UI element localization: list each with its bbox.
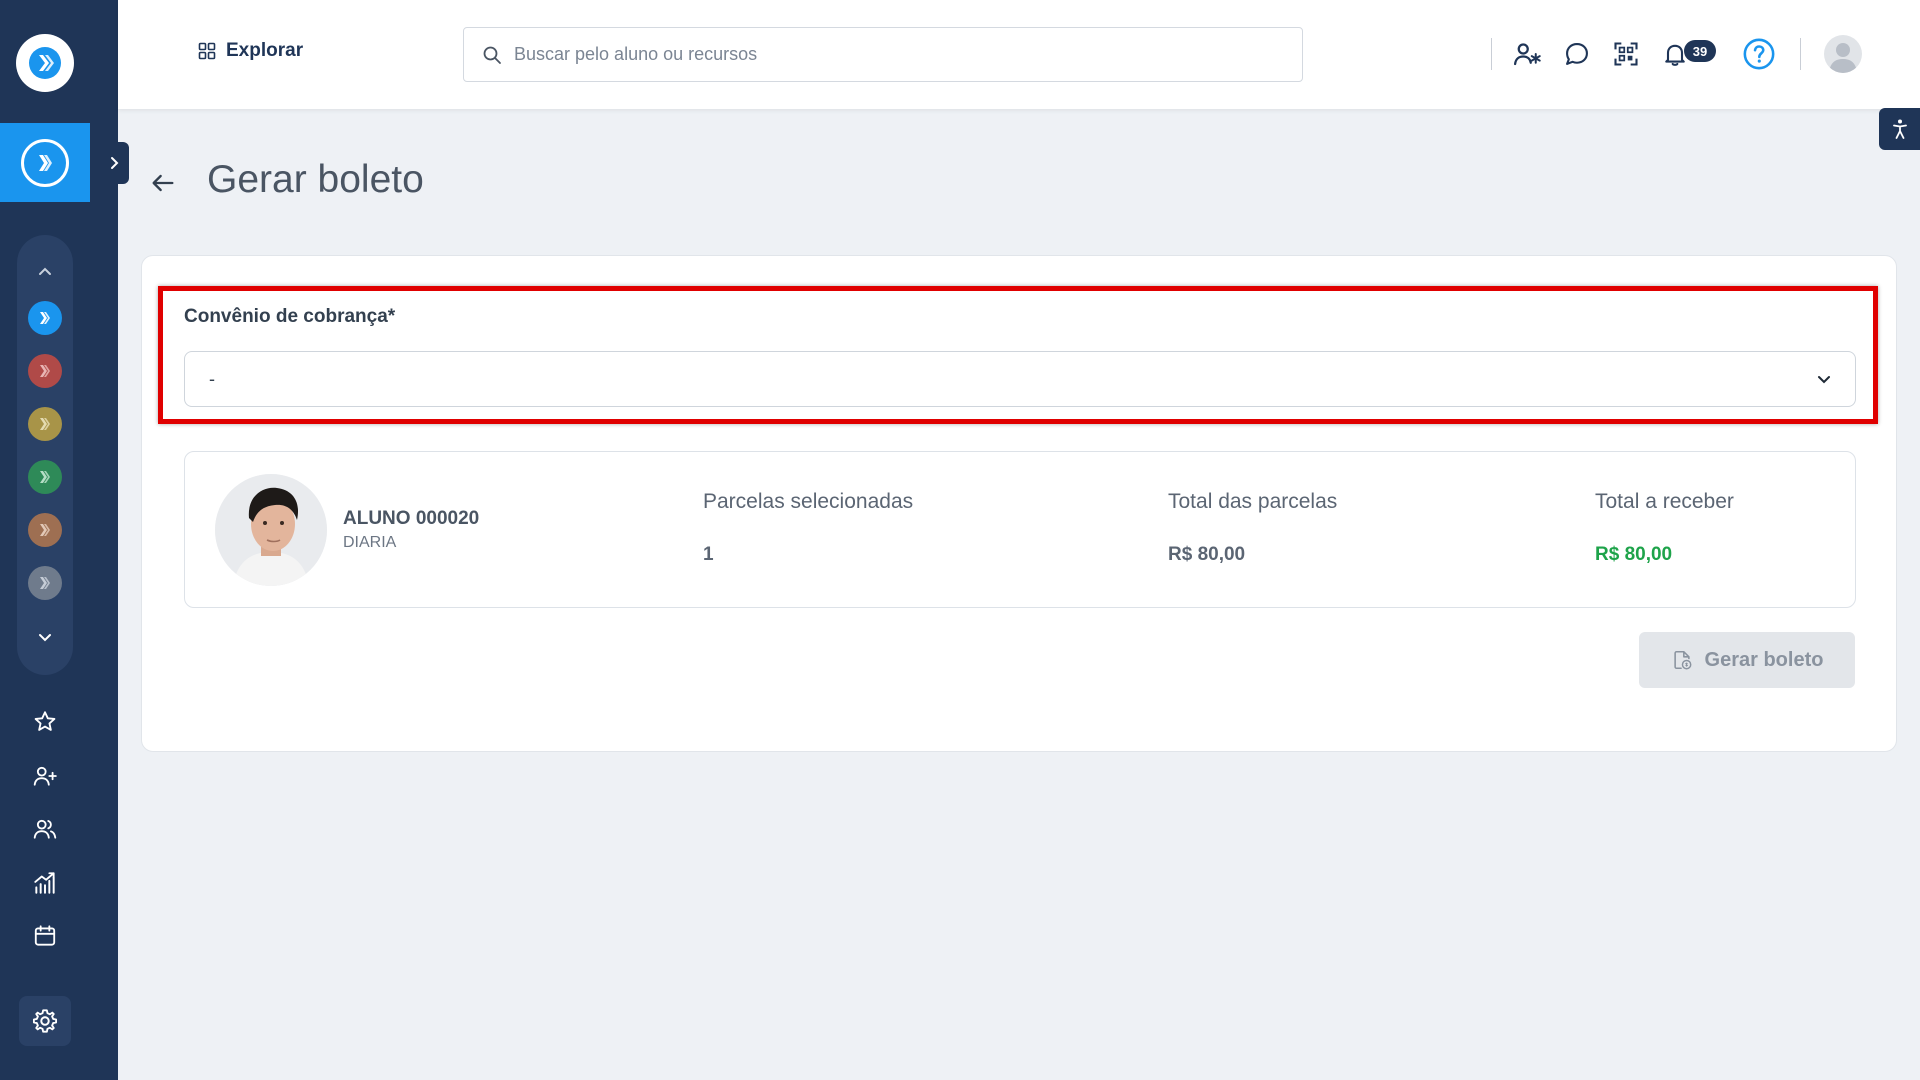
explore-label: Explorar [226, 40, 304, 61]
expand-sidebar-button[interactable] [99, 142, 129, 184]
current-unit-button[interactable] [0, 123, 90, 202]
calendar-icon[interactable] [27, 918, 63, 954]
header-divider [1491, 38, 1492, 70]
student-photo [215, 474, 327, 586]
top-header: Explorar 39 [118, 0, 1920, 109]
receivable-total-label: Total a receber [1595, 490, 1734, 513]
agreement-label: Convênio de cobrança* [184, 306, 396, 327]
receivable-total-value: R$ 80,00 [1595, 544, 1673, 565]
selected-installments-label: Parcelas selecionadas [703, 490, 914, 513]
selected-installments-value: 1 [703, 544, 714, 565]
page-title: Gerar boleto [207, 158, 424, 201]
unit-logo-icon [40, 471, 50, 483]
users-icon[interactable] [27, 811, 63, 847]
agreement-select-value: - [209, 368, 215, 389]
user-plus-icon[interactable] [27, 758, 63, 794]
unit-logo-icon [39, 154, 52, 171]
chevron-down-icon [1818, 376, 1830, 384]
settings-button[interactable] [19, 996, 71, 1046]
unit-item-3[interactable] [28, 407, 62, 441]
unit-item-4[interactable] [28, 460, 62, 494]
search-box[interactable] [463, 27, 1303, 82]
installments-total-value: R$ 80,00 [1168, 544, 1246, 565]
back-button[interactable] [148, 168, 178, 198]
unit-switcher [17, 235, 73, 675]
explore-button[interactable]: Explorar [198, 40, 303, 62]
chevron-right-icon [111, 157, 119, 169]
agreement-select[interactable]: - [184, 351, 1856, 407]
star-icon[interactable] [27, 704, 63, 740]
student-summary: ALUNO 000020 DIARIA Parcelas selecionada… [184, 451, 1856, 608]
gear-icon [32, 1009, 58, 1033]
help-icon[interactable] [1742, 37, 1776, 71]
arrow-left-icon [152, 174, 174, 192]
student-portrait-icon [215, 474, 327, 586]
student-plan: DIARIA [343, 534, 397, 551]
app-logo[interactable] [16, 34, 74, 92]
header-divider [1800, 38, 1801, 70]
unit-item-6[interactable] [28, 566, 62, 600]
qr-code-icon[interactable] [1609, 37, 1643, 71]
user-star-icon[interactable] [1510, 37, 1544, 71]
search-input[interactable] [514, 44, 1274, 65]
search-icon [483, 46, 501, 64]
logo-icon [29, 47, 61, 79]
unit-logo-icon [40, 365, 50, 377]
chat-icon[interactable] [1560, 37, 1594, 71]
boleto-card: Convênio de cobrança* - ALUNO 000020 DIA… [141, 255, 1897, 752]
user-avatar[interactable] [1824, 35, 1862, 73]
generate-boleto-button[interactable]: Gerar boleto [1639, 632, 1855, 688]
accessibility-icon [1892, 119, 1907, 139]
chevron-up-icon[interactable] [33, 260, 57, 284]
accessibility-button[interactable] [1879, 108, 1920, 150]
notification-badge: 39 [1684, 40, 1716, 62]
unit-item-5[interactable] [28, 513, 62, 547]
document-money-icon [1673, 650, 1691, 670]
unit-logo-icon [40, 524, 50, 536]
chevron-down-icon[interactable] [33, 625, 57, 649]
grid-icon [198, 42, 216, 60]
generate-boleto-label: Gerar boleto [1704, 648, 1824, 671]
unit-logo-icon [40, 418, 50, 430]
unit-logo-icon [40, 312, 50, 324]
avatar-placeholder-icon [1829, 43, 1857, 73]
student-name: ALUNO 000020 [343, 508, 480, 529]
installments-total-label: Total das parcelas [1168, 490, 1338, 513]
unit-item-1[interactable] [28, 301, 62, 335]
unit-logo-icon [40, 577, 50, 589]
current-unit-ring [21, 138, 69, 187]
chart-icon[interactable] [27, 865, 63, 901]
unit-item-2[interactable] [28, 354, 62, 388]
